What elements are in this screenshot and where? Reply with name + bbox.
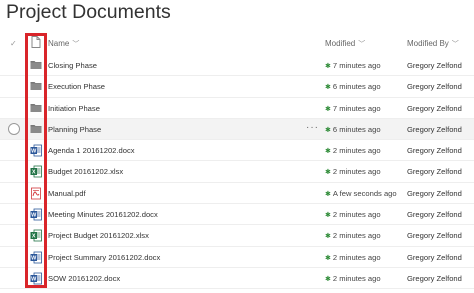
item-modified-text: 2 minutes ago: [332, 210, 381, 220]
new-item-icon: ✱: [325, 233, 331, 241]
item-modified-by-link[interactable]: Gregory Zelfond: [407, 167, 462, 176]
new-item-icon: ✱: [325, 105, 331, 113]
item-modified-by-link[interactable]: Gregory Zelfond: [407, 274, 462, 283]
chevron-down-icon: ﹀: [451, 41, 459, 48]
chevron-down-icon: ﹀: [358, 41, 366, 48]
item-modified: ✱ 2 minutes ago: [325, 231, 381, 240]
list-header: ✓ Name ﹀ Modified ﹀ Modified By ﹀: [0, 33, 474, 55]
item-modified-text: A few seconds ago: [332, 188, 397, 198]
item-modified-by-link[interactable]: Gregory Zelfond: [407, 253, 462, 262]
new-item-icon: ✱: [325, 254, 331, 262]
item-name-link[interactable]: Budget 20161202.xlsx: [48, 167, 123, 176]
list-item[interactable]: Planning Phase ··· ✱ 6 minutes ago Gregory Z…: [0, 118, 474, 141]
item-modified-text: 6 minutes ago: [332, 124, 381, 134]
row-select-radio[interactable]: [8, 122, 20, 135]
list-item[interactable]: W SOW 20161202.docx ✱ 2 minutes ago Gregory …: [0, 268, 474, 290]
item-name-link[interactable]: Meeting Minutes 20161202.docx: [48, 210, 158, 219]
document-list: ✓ Name ﹀ Modified ﹀ Modified By ﹀ Closing P…: [0, 33, 474, 290]
item-modified: ✱ 7 minutes ago: [325, 61, 381, 70]
item-modified-text: 2 minutes ago: [332, 273, 381, 283]
item-modified: ✱ 6 minutes ago: [325, 82, 381, 91]
item-modified-text: 2 minutes ago: [332, 231, 381, 241]
item-modified-by-link[interactable]: Gregory Zelfond: [407, 125, 462, 134]
list-item[interactable]: Closing Phase ✱ 7 minutes ago Gregory Zelfo…: [0, 55, 474, 77]
list-item[interactable]: Manual.pdf ✱ A few seconds ago Gregory Zelf…: [0, 183, 474, 205]
list-item[interactable]: W Project Summary 20161202.docx ✱ 2 minutes…: [0, 247, 474, 268]
item-name-link[interactable]: Execution Phase: [48, 82, 105, 91]
item-modified: ✱ 2 minutes ago: [325, 253, 381, 262]
item-name-link[interactable]: Planning Phase: [48, 125, 101, 134]
item-name-link[interactable]: Manual.pdf: [48, 189, 86, 198]
column-header-modified[interactable]: Modified ﹀: [325, 39, 365, 49]
item-name-link[interactable]: Project Budget 20161202.xlsx: [48, 231, 149, 240]
column-header-modified-by-label: Modified By: [407, 39, 449, 48]
new-item-icon: ✱: [325, 169, 331, 177]
new-item-icon: ✱: [325, 212, 331, 220]
list-item[interactable]: X Project Budget 20161202.xlsx ✱ 2 minutes …: [0, 225, 474, 247]
column-header-name[interactable]: Name ﹀: [48, 39, 79, 49]
list-item[interactable]: W Meeting Minutes 20161202.docx ✱ 2 minutes…: [0, 204, 474, 226]
item-modified-text: 7 minutes ago: [332, 61, 381, 70]
item-modified: ✱ 2 minutes ago: [325, 274, 381, 283]
list-item[interactable]: W Agenda 1 20161202.docx ✱ 2 minutes ago Gre…: [0, 140, 474, 162]
select-all-check-icon[interactable]: ✓: [10, 39, 17, 48]
item-name-link[interactable]: Agenda 1 20161202.docx: [48, 146, 135, 155]
item-modified: ✱ 7 minutes ago: [325, 104, 381, 113]
item-modified-text: 2 minutes ago: [332, 146, 381, 156]
item-name-link[interactable]: Project Summary 20161202.docx: [48, 253, 160, 262]
chevron-down-icon: ﹀: [72, 41, 80, 48]
list-item[interactable]: Initiation Phase ✱ 7 minutes ago Gregory Ze…: [0, 98, 474, 119]
item-modified-by-link[interactable]: Gregory Zelfond: [407, 231, 462, 240]
item-modified-by-link[interactable]: Gregory Zelfond: [407, 210, 462, 219]
more-actions-button[interactable]: ···: [306, 122, 319, 133]
new-item-icon: ✱: [325, 63, 331, 70]
item-name-link[interactable]: Closing Phase: [48, 61, 97, 70]
item-modified: ✱ 6 minutes ago: [325, 125, 381, 134]
item-modified-text: 7 minutes ago: [332, 103, 381, 113]
column-header-name-label: Name: [48, 39, 70, 48]
new-item-icon: ✱: [325, 275, 331, 283]
item-modified-text: 6 minutes ago: [332, 82, 381, 92]
page-title: Project Documents: [6, 1, 171, 23]
item-name-link[interactable]: SOW 20161202.docx: [48, 274, 120, 283]
item-modified-text: 2 minutes ago: [332, 167, 381, 177]
item-modified: ✱ 2 minutes ago: [325, 146, 381, 155]
file-type-column-highlight: [25, 33, 47, 288]
item-modified: ✱ A few seconds ago: [325, 189, 397, 198]
new-item-icon: ✱: [325, 126, 331, 134]
list-item[interactable]: X Budget 20161202.xlsx ✱ 2 minutes ago Grego…: [0, 161, 474, 183]
list-item[interactable]: Execution Phase ✱ 6 minutes ago Gregory Zel…: [0, 76, 474, 98]
item-modified-by-link[interactable]: Gregory Zelfond: [407, 104, 462, 113]
new-item-icon: ✱: [325, 84, 331, 92]
item-modified-by-link[interactable]: Gregory Zelfond: [407, 146, 462, 155]
item-modified-by-link[interactable]: Gregory Zelfond: [407, 189, 462, 198]
item-modified: ✱ 2 minutes ago: [325, 167, 381, 176]
list-rows: Closing Phase ✱ 7 minutes ago Gregory Zelfo…: [0, 55, 474, 290]
item-modified-text: 2 minutes ago: [332, 252, 381, 262]
item-modified: ✱ 2 minutes ago: [325, 210, 381, 219]
new-item-icon: ✱: [325, 148, 331, 156]
new-item-icon: ✱: [325, 190, 331, 198]
column-header-modified-by[interactable]: Modified By ﹀: [407, 39, 459, 49]
column-header-modified-label: Modified: [325, 39, 356, 48]
item-name-link[interactable]: Initiation Phase: [48, 104, 100, 113]
item-modified-by-link[interactable]: Gregory Zelfond: [407, 82, 462, 91]
item-modified-by-link[interactable]: Gregory Zelfond: [407, 61, 462, 70]
